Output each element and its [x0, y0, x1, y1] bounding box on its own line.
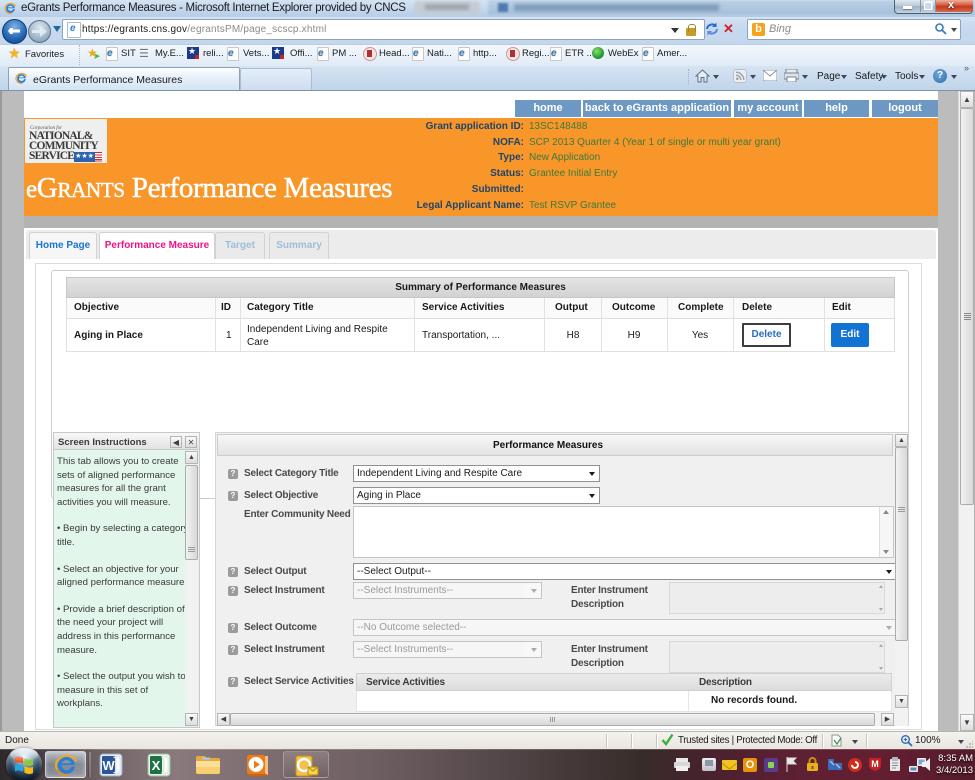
svg-text:W: W: [102, 758, 115, 773]
svg-text:M: M: [871, 759, 879, 769]
svg-text:X: X: [152, 758, 161, 773]
